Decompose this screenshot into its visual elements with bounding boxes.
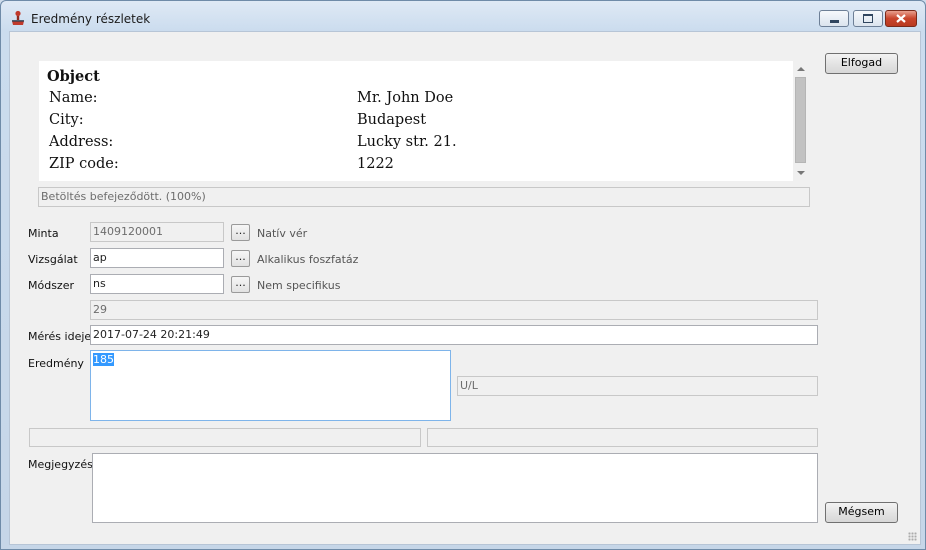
sample-label: Minta xyxy=(28,227,59,240)
scrollbar-thumb[interactable] xyxy=(795,77,806,163)
note-textarea[interactable] xyxy=(92,453,818,523)
accept-button[interactable]: Elfogad xyxy=(825,53,898,74)
maximize-button[interactable] xyxy=(853,10,883,27)
test-input[interactable]: ap xyxy=(90,248,224,268)
object-info-panel: Object Name: Mr. John Doe City: Budapest… xyxy=(39,61,793,181)
minimize-icon xyxy=(829,20,839,23)
resize-grip-icon[interactable] xyxy=(908,532,917,541)
zip-value: 1222 xyxy=(357,156,394,172)
title-bar[interactable]: Eredmény részletek xyxy=(1,1,925,33)
sample-description: Natív vér xyxy=(257,227,308,240)
sample-browse-button[interactable]: ... xyxy=(231,224,250,241)
extra-field-left xyxy=(29,428,421,447)
status-field: Betöltés befejeződött. (100%) xyxy=(38,187,810,207)
name-label: Name: xyxy=(49,90,98,106)
zip-label: ZIP code: xyxy=(49,156,119,172)
method-browse-button[interactable]: ... xyxy=(231,276,250,293)
result-value: 185 xyxy=(93,353,114,366)
city-label: City: xyxy=(49,112,84,128)
extra-field-right xyxy=(427,428,818,447)
person-stamp-icon xyxy=(12,10,24,25)
method-label: Módszer xyxy=(28,279,74,292)
window-title: Eredmény részletek xyxy=(31,12,151,26)
test-description: Alkalikus foszfatáz xyxy=(257,253,359,266)
info-scrollbar[interactable] xyxy=(793,61,808,181)
close-icon xyxy=(896,14,906,23)
method-input[interactable]: ns xyxy=(90,274,224,294)
note-label: Megjegyzés xyxy=(28,458,93,471)
address-label: Address: xyxy=(49,134,114,150)
minimize-button[interactable] xyxy=(819,10,849,27)
measure-time-label: Mérés ideje xyxy=(28,330,92,343)
test-label: Vizsgálat xyxy=(28,253,78,266)
maximize-icon xyxy=(863,14,873,23)
dialog-client-area: Object Name: Mr. John Doe City: Budapest… xyxy=(9,31,921,545)
unit-field: U/L xyxy=(457,376,818,396)
result-label: Eredmény xyxy=(28,357,84,370)
dialog-window: Eredmény részletek Object Name: Mr. John… xyxy=(0,0,926,550)
measure-time-input[interactable]: 2017-07-24 20:21:49 xyxy=(90,325,818,345)
scroll-down-icon[interactable] xyxy=(797,171,805,175)
test-browse-button[interactable]: ... xyxy=(231,250,250,267)
result-textarea[interactable]: 185 xyxy=(90,350,451,421)
city-value: Budapest xyxy=(357,112,427,128)
sample-input[interactable]: 1409120001 xyxy=(90,222,224,242)
method-description: Nem specifikus xyxy=(257,279,341,292)
scroll-up-icon[interactable] xyxy=(797,67,805,71)
address-value: Lucky str. 21. xyxy=(357,134,457,150)
code-field: 29 xyxy=(90,300,818,320)
object-heading: Object xyxy=(47,68,100,85)
close-button[interactable] xyxy=(885,10,917,27)
cancel-button[interactable]: Mégsem xyxy=(825,502,898,523)
name-value: Mr. John Doe xyxy=(357,90,454,106)
